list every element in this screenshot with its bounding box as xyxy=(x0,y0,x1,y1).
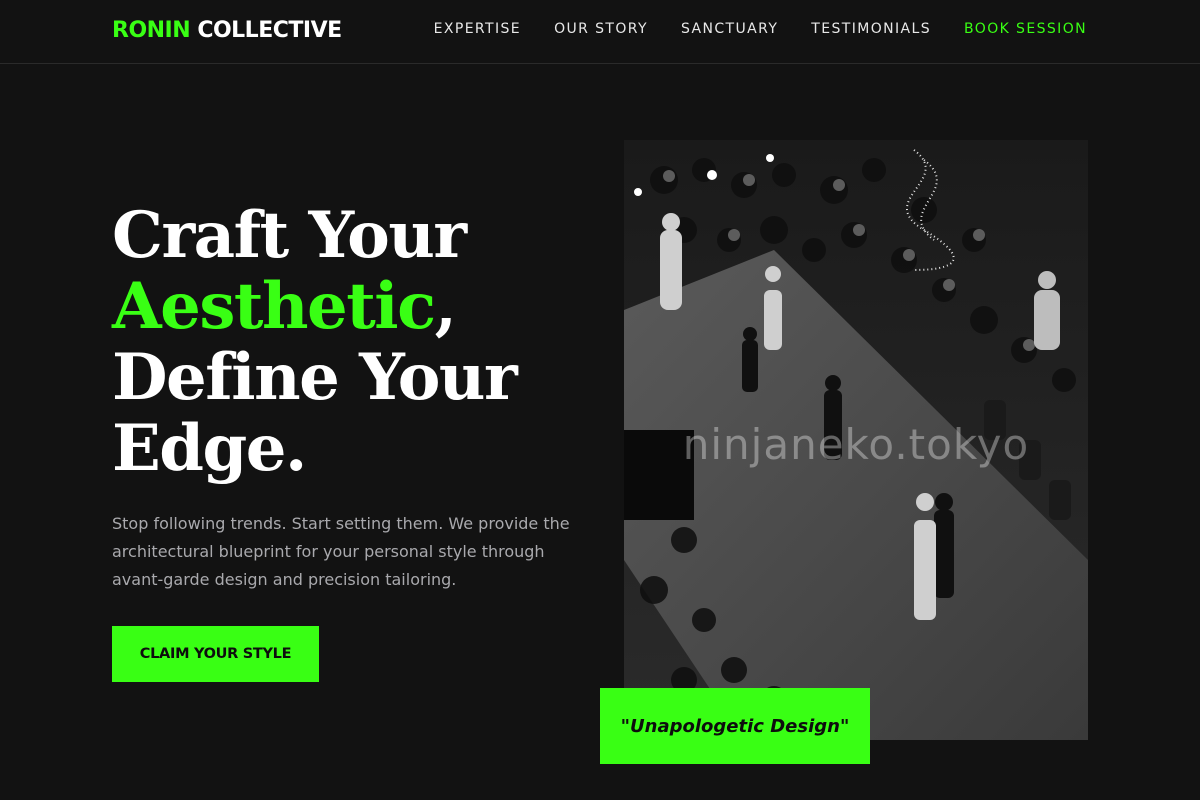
hero-subtext: Stop following trends. Start setting the… xyxy=(112,514,570,589)
photo-watermark: ninjaneko.tokyo xyxy=(682,420,1030,469)
hero-headline: Craft Your Aesthetic, Define Your Edge. xyxy=(112,200,592,484)
headline-line-3: Define Your xyxy=(112,340,518,415)
nav-link-our-story[interactable]: OUR STORY xyxy=(554,21,648,37)
claim-your-style-button[interactable]: CLAIM YOUR STYLE xyxy=(112,626,319,682)
quote-badge-text: "Unapologetic Design" xyxy=(620,715,850,737)
brand-logo[interactable]: RONIN COLLECTIVE xyxy=(112,18,342,43)
runway-photo: ninjaneko.tokyo xyxy=(624,140,1088,740)
nav-link-sanctuary[interactable]: SANCTUARY xyxy=(681,21,778,37)
quote-badge: "Unapologetic Design" xyxy=(600,688,870,764)
headline-comma: , xyxy=(434,269,457,344)
brand-rest-text: COLLECTIVE xyxy=(190,18,342,43)
brand-accent-text: RONIN xyxy=(112,18,191,43)
headline-line-1: Craft Your xyxy=(112,198,467,273)
nav-link-expertise[interactable]: EXPERTISE xyxy=(434,21,521,37)
nav-link-testimonials[interactable]: TESTIMONIALS xyxy=(811,21,931,37)
nav-link-book-session[interactable]: BOOK SESSION xyxy=(964,21,1087,37)
top-nav: RONIN COLLECTIVE EXPERTISE OUR STORY SAN… xyxy=(0,0,1200,64)
headline-highlight: Aesthetic xyxy=(112,269,436,344)
headline-line-4: Edge. xyxy=(112,411,307,486)
nav-links: EXPERTISE OUR STORY SANCTUARY TESTIMONIA… xyxy=(434,21,1087,37)
